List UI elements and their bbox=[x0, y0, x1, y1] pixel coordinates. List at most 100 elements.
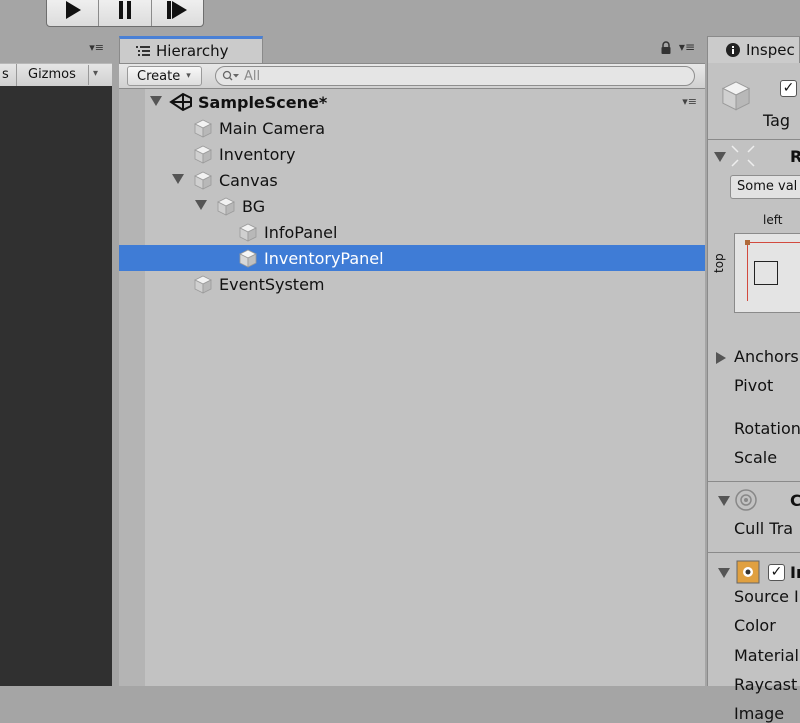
color-label: Color bbox=[734, 616, 776, 635]
gameobject-cube-icon bbox=[239, 249, 257, 268]
tab-hierarchy[interactable]: Hierarchy bbox=[119, 36, 263, 63]
scene-root-row[interactable]: SampleScene* ▾≡ bbox=[119, 89, 705, 115]
gameobject-cube-icon bbox=[217, 197, 235, 216]
divider bbox=[708, 552, 800, 553]
hierarchy-toolbar: Create ▾ bbox=[119, 63, 705, 89]
hierarchy-item-bg[interactable]: BG bbox=[119, 193, 705, 219]
fold-arrow-icon[interactable] bbox=[716, 352, 726, 364]
material-label: Material bbox=[734, 646, 799, 665]
pane-splitter[interactable] bbox=[112, 36, 119, 686]
scene-name: SampleScene* bbox=[198, 92, 328, 112]
inspector-body: ✓ Tag R Some val left top Anchors Pivot … bbox=[707, 63, 800, 723]
canvas-renderer-icon bbox=[735, 489, 757, 511]
fold-arrow-icon[interactable] bbox=[714, 152, 726, 162]
scale-label: Scale bbox=[734, 448, 778, 467]
anchor-presets-widget[interactable] bbox=[734, 233, 800, 313]
anchor-rect-icon bbox=[754, 261, 778, 285]
play-icon bbox=[65, 0, 81, 19]
inspector-pane: Inspec ✓ Tag R Some val left top Anchors… bbox=[705, 36, 800, 723]
pause-button[interactable] bbox=[98, 0, 150, 26]
hierarchy-item-eventsystem[interactable]: EventSystem bbox=[119, 271, 705, 297]
gameobject-large-icon bbox=[721, 81, 751, 111]
scene-toolbar-partial-label[interactable]: s bbox=[2, 67, 9, 82]
play-controls bbox=[46, 0, 204, 27]
chevron-down-icon: ▾ bbox=[186, 71, 191, 81]
scene-toolbar: s Gizmos ▾ bbox=[0, 63, 112, 87]
item-label: Canvas bbox=[219, 170, 278, 190]
play-button[interactable] bbox=[47, 0, 98, 26]
list-icon bbox=[136, 46, 150, 56]
hierarchy-tab-controls: ▾≡ bbox=[661, 40, 695, 54]
scene-pane: ▾≡ s Gizmos ▾ bbox=[0, 36, 112, 686]
hierarchy-item-main-camera[interactable]: Main Camera bbox=[119, 115, 705, 141]
tag-label: Tag bbox=[763, 111, 791, 130]
unity-logo-icon bbox=[169, 92, 192, 112]
gameobject-cube-icon bbox=[194, 275, 212, 294]
image-component-icon bbox=[736, 560, 760, 584]
divider bbox=[708, 481, 800, 482]
active-checkbox[interactable]: ✓ bbox=[780, 80, 797, 97]
left-label: left bbox=[763, 213, 783, 227]
step-icon bbox=[167, 0, 188, 19]
top-toolbar bbox=[0, 0, 800, 36]
pause-icon bbox=[118, 0, 131, 19]
info-icon bbox=[726, 43, 740, 57]
hierarchy-item-canvas[interactable]: Canvas bbox=[119, 167, 705, 193]
divider bbox=[16, 64, 17, 86]
image-title: Im bbox=[790, 563, 800, 582]
item-label: Main Camera bbox=[219, 118, 326, 138]
item-label: EventSystem bbox=[219, 274, 325, 294]
tab-label: Inspec bbox=[746, 41, 795, 59]
tab-inspector[interactable]: Inspec bbox=[707, 36, 800, 63]
raycast-label: Raycast bbox=[734, 675, 798, 694]
expand-arrow-icon[interactable] bbox=[172, 174, 184, 184]
cull-label: Cull Tra bbox=[734, 519, 794, 538]
rotation-label: Rotation bbox=[734, 419, 800, 438]
hierarchy-menu-icon[interactable]: ▾≡ bbox=[679, 40, 695, 54]
gameobject-cube-icon bbox=[194, 119, 212, 138]
item-label: InfoPanel bbox=[264, 222, 338, 242]
item-label: BG bbox=[242, 196, 266, 216]
anchors-label: Anchors bbox=[734, 347, 799, 366]
scene-row-menu-icon[interactable]: ▾≡ bbox=[682, 95, 697, 108]
source-label: Source I bbox=[734, 587, 799, 606]
some-values-field[interactable]: Some val bbox=[730, 175, 800, 199]
search-field[interactable] bbox=[215, 66, 695, 86]
tab-label: Hierarchy bbox=[156, 42, 229, 60]
canvas-renderer-title: C bbox=[790, 491, 800, 510]
lock-icon[interactable] bbox=[661, 40, 671, 54]
fold-arrow-icon[interactable] bbox=[718, 496, 730, 506]
create-label: Create bbox=[137, 68, 181, 84]
scene-pane-menu-icon[interactable]: ▾≡ bbox=[89, 41, 104, 54]
search-input[interactable] bbox=[244, 68, 684, 84]
top-label: top bbox=[712, 253, 726, 273]
gameobject-cube-icon bbox=[239, 223, 257, 242]
divider bbox=[88, 65, 89, 85]
gameobject-cube-icon bbox=[194, 145, 212, 164]
divider bbox=[708, 139, 800, 140]
expand-arrow-icon[interactable] bbox=[150, 96, 162, 106]
hierarchy-tree[interactable]: SampleScene* ▾≡ Main Camera Inventory Ca… bbox=[119, 89, 705, 686]
some-values-label: Some val bbox=[737, 179, 798, 194]
image-type-label: Image bbox=[734, 704, 785, 723]
scene-view[interactable] bbox=[0, 86, 112, 686]
item-label: Inventory bbox=[219, 144, 296, 164]
search-icon bbox=[222, 70, 239, 81]
gizmos-button[interactable]: Gizmos bbox=[28, 67, 76, 82]
gameobject-cube-icon bbox=[194, 171, 212, 190]
pivot-label: Pivot bbox=[734, 376, 774, 395]
hierarchy-item-inventorypanel[interactable]: InventoryPanel bbox=[119, 245, 705, 271]
rect-transform-icon bbox=[731, 145, 755, 167]
hierarchy-item-inventory[interactable]: Inventory bbox=[119, 141, 705, 167]
item-label: InventoryPanel bbox=[264, 248, 384, 268]
fold-arrow-icon[interactable] bbox=[718, 568, 730, 578]
step-button[interactable] bbox=[150, 0, 203, 26]
gizmos-dropdown-icon[interactable]: ▾ bbox=[93, 68, 98, 79]
create-button[interactable]: Create ▾ bbox=[127, 66, 202, 86]
hierarchy-item-infopanel[interactable]: InfoPanel bbox=[119, 219, 705, 245]
rect-transform-title: R bbox=[790, 147, 800, 166]
expand-arrow-icon[interactable] bbox=[195, 200, 207, 210]
hierarchy-pane: Hierarchy ▾≡ Create ▾ All SampleScene* ▾… bbox=[119, 36, 705, 686]
image-enabled-checkbox[interactable]: ✓ bbox=[768, 564, 785, 581]
anchor-handle bbox=[745, 240, 750, 245]
